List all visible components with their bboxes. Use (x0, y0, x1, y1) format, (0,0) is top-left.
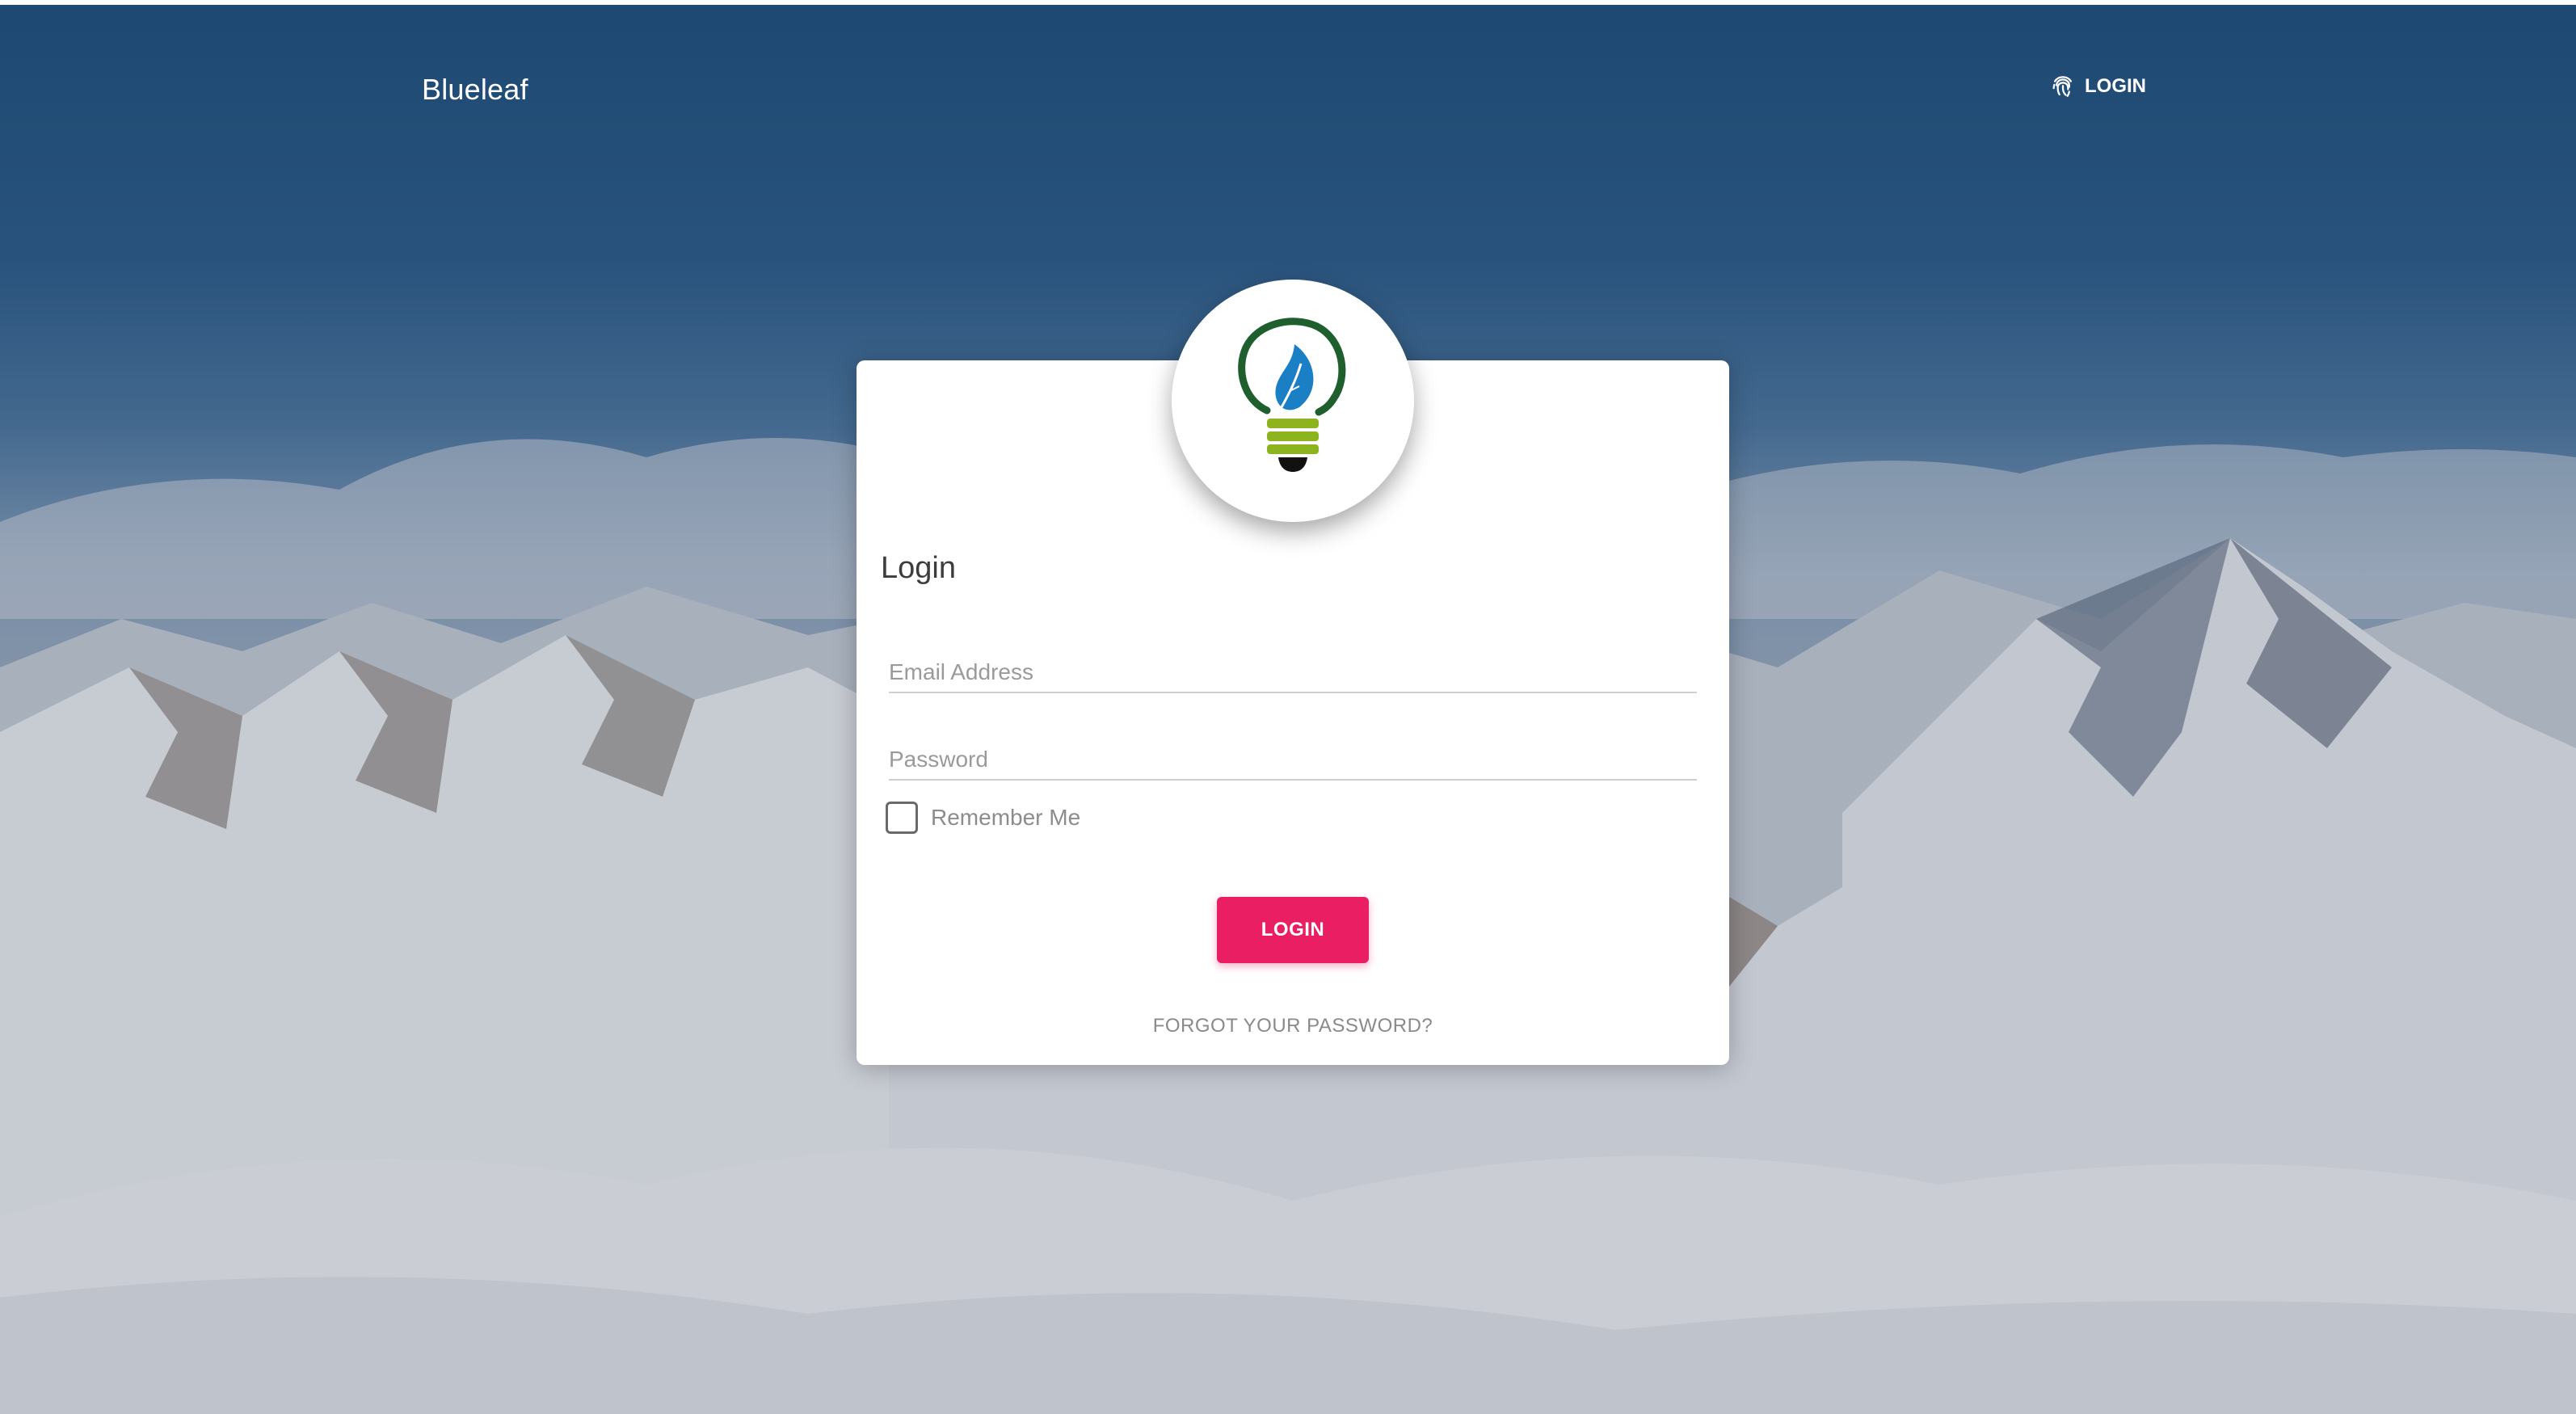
email-input[interactable] (889, 642, 1697, 692)
password-field-wrapper (889, 729, 1697, 781)
remember-me-label: Remember Me (931, 805, 1081, 830)
password-input[interactable] (889, 729, 1697, 779)
login-button[interactable]: LOGIN (1217, 897, 1369, 963)
logo-badge (1172, 280, 1414, 522)
remember-me-control[interactable]: Remember Me (886, 802, 1080, 834)
login-title: Login (881, 551, 956, 585)
header-login-link[interactable]: LOGIN (2049, 73, 2146, 100)
fingerprint-icon (2052, 76, 2073, 97)
email-field-wrapper (889, 642, 1697, 693)
remember-me-checkbox[interactable] (886, 802, 918, 834)
brand-name[interactable]: Blueleaf (422, 73, 528, 107)
blueleaf-lightbulb-logo-icon (1238, 318, 1346, 472)
header-login-label: LOGIN (2085, 75, 2146, 97)
page-background: Blueleaf LOGIN Login Email Address Remem… (0, 5, 2576, 1414)
forgot-password-link[interactable]: FORGOT YOUR PASSWORD? (857, 1015, 1729, 1037)
